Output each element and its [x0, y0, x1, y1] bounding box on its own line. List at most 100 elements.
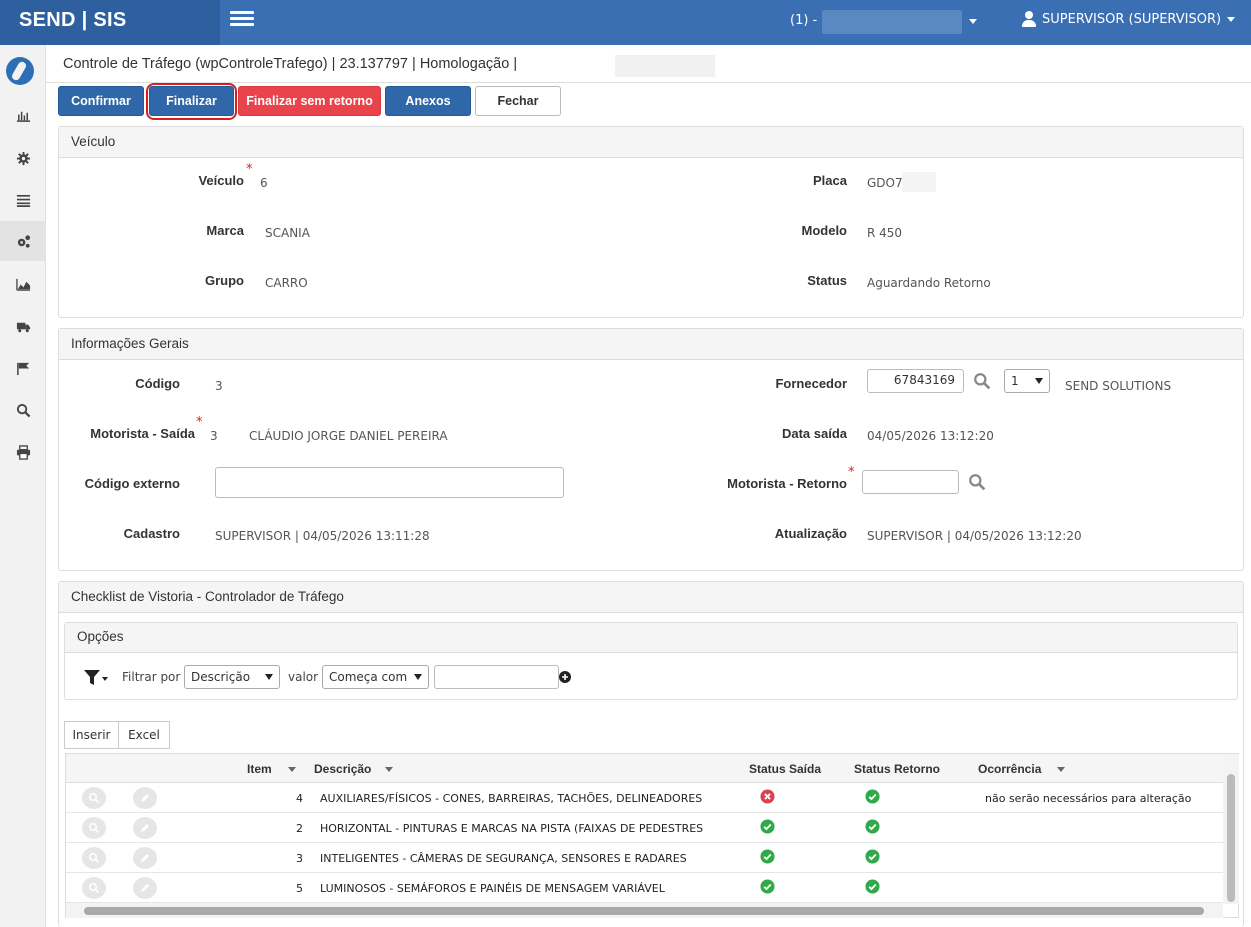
motorista-saida-label: Motorista - Saída [90, 426, 195, 441]
veiculo-heading: Veículo [59, 127, 1243, 158]
motorista-saida-code: 3 [210, 429, 218, 443]
checklist-heading: Checklist de Vistoria - Controlador de T… [59, 582, 1243, 613]
checklist-grid: Item Descrição Status Saída Status Retor… [65, 753, 1239, 918]
codigo-externo-input[interactable] [215, 467, 564, 498]
grupo-value: CARRO [265, 276, 308, 290]
confirmar-button[interactable]: Confirmar [58, 86, 144, 116]
excel-button[interactable]: Excel [118, 721, 170, 749]
filter-field-value: Descrição [191, 670, 251, 684]
row-descricao: LUMINOSOS - SEMÁFOROS E PAINÉIS DE MENSA… [320, 882, 665, 895]
table-row[interactable]: 3 INTELIGENTES - CÂMERAS DE SEGURANÇA, SE… [66, 843, 1223, 873]
column-item-label: Item [247, 762, 272, 776]
column-descricao[interactable]: Descrição [314, 762, 394, 776]
filter-value-input[interactable] [434, 665, 559, 689]
sort-icon[interactable] [1057, 767, 1066, 773]
valor-label: valor [288, 670, 319, 684]
opcoes-heading: Opções [65, 623, 1237, 653]
edit-row-button[interactable] [133, 787, 157, 809]
edit-row-button[interactable] [133, 877, 157, 899]
row-descricao: INTELIGENTES - CÂMERAS DE SEGURANÇA, SEN… [320, 852, 687, 865]
filter-operator-select[interactable]: Começa com [322, 665, 429, 689]
table-row[interactable]: 5 LUMINOSOS - SEMÁFOROS E PAINÉIS DE MENS… [66, 873, 1223, 903]
filtrar-por-label: Filtrar por [122, 670, 181, 684]
view-row-button[interactable] [82, 877, 106, 899]
filter-icon[interactable] [83, 669, 109, 687]
vertical-scrollbar[interactable] [1223, 754, 1239, 904]
column-ocorrencia[interactable]: Ocorrência [978, 762, 1066, 776]
app-logo-icon[interactable] [6, 57, 34, 85]
row-ocorrencia: não serão necessários para alteração [985, 792, 1192, 805]
sort-icon[interactable] [385, 767, 394, 773]
gears-icon[interactable] [0, 221, 46, 261]
codigo-externo-label: Código externo [84, 476, 180, 491]
finalizar-button[interactable]: Finalizar [149, 86, 234, 116]
search-icon [88, 852, 100, 864]
horizontal-scrollbar[interactable] [66, 903, 1223, 918]
filter-field-select[interactable]: Descrição [184, 665, 280, 689]
view-row-button[interactable] [82, 817, 106, 839]
status-label: Status [807, 273, 847, 288]
fornecedor-unit-select[interactable]: 1 [1004, 369, 1050, 393]
add-filter-icon[interactable] [559, 671, 571, 683]
brand-logo[interactable]: SEND | SIS [0, 0, 220, 45]
bar-chart-icon[interactable] [0, 95, 46, 135]
view-row-button[interactable] [82, 787, 106, 809]
column-status-retorno[interactable]: Status Retorno [854, 762, 940, 776]
edit-row-button[interactable] [133, 817, 157, 839]
table-row[interactable]: 4 AUXILIARES/FÍSICOS - CONES, BARREIRAS, … [66, 783, 1223, 813]
truck-icon[interactable] [0, 306, 46, 346]
data-saida-label: Data saída [781, 426, 847, 441]
chevron-down-icon[interactable] [969, 19, 977, 24]
user-name: SUPERVISOR (SUPERVISOR) [1042, 11, 1222, 27]
user-menu[interactable]: SUPERVISOR (SUPERVISOR) [1022, 11, 1236, 27]
veiculo-label: Veículo [198, 173, 244, 188]
informacoes-gerais-heading: Informações Gerais [59, 329, 1243, 360]
edit-row-button[interactable] [133, 847, 157, 869]
search-icon[interactable] [0, 390, 46, 430]
table-row[interactable]: 2 HORIZONTAL - PINTURAS E MARCAS NA PISTA… [66, 813, 1223, 843]
gear-icon[interactable] [0, 138, 46, 178]
column-status-saida[interactable]: Status Saída [749, 762, 821, 776]
list-icon[interactable] [0, 180, 46, 220]
marca-value: SCANIA [265, 226, 310, 240]
pencil-icon [141, 824, 149, 832]
cadastro-value: SUPERVISOR | 04/05/2026 13:11:28 [215, 529, 430, 543]
area-chart-icon[interactable] [0, 264, 46, 304]
fornecedor-search-icon[interactable] [973, 372, 991, 390]
fornecedor-name: SEND SOLUTIONS [1065, 379, 1172, 393]
column-ocorrencia-label: Ocorrência [978, 762, 1042, 776]
filter-operator-value: Começa com [329, 670, 408, 684]
sort-icon[interactable] [287, 767, 296, 773]
veiculo-panel: Veículo [58, 126, 1244, 318]
menu-toggle-icon[interactable] [230, 11, 254, 29]
row-descricao: HORIZONTAL - PINTURAS E MARCAS NA PISTA … [320, 822, 704, 835]
atualizacao-value: SUPERVISOR | 04/05/2026 13:12:20 [867, 529, 1082, 543]
column-item[interactable]: Item [247, 762, 296, 776]
horizontal-scroll-thumb[interactable] [84, 907, 1204, 915]
vertical-scroll-thumb[interactable] [1227, 774, 1235, 902]
required-marker: * [246, 162, 253, 177]
veiculo-value: 6 [260, 176, 268, 190]
motorista-retorno-input[interactable] [862, 470, 959, 494]
page-title: Controle de Tráfego (wpControleTrafego) … [63, 56, 518, 72]
view-row-button[interactable] [82, 847, 106, 869]
motorista-saida-name: CLÁUDIO JORGE DANIEL PEREIRA [249, 429, 448, 443]
session-selector[interactable]: (1) - [790, 13, 817, 28]
placa-value: GDO7 [867, 176, 903, 190]
inserir-button[interactable]: Inserir [64, 721, 119, 749]
placa-label: Placa [813, 173, 847, 188]
anexos-button[interactable]: Anexos [385, 86, 471, 116]
status-value: Aguardando Retorno [867, 276, 991, 290]
placa-redacted [902, 172, 936, 192]
fechar-button[interactable]: Fechar [475, 86, 561, 116]
side-rail [0, 45, 46, 927]
finalizar-sem-retorno-button[interactable]: Finalizar sem retorno [238, 86, 381, 116]
pencil-icon [141, 884, 149, 892]
chevron-down-icon [1227, 16, 1236, 22]
modelo-value: R 450 [867, 226, 903, 240]
print-icon[interactable] [0, 432, 46, 472]
fornecedor-code-input[interactable]: 67843169 [867, 369, 964, 393]
flag-icon[interactable] [0, 348, 46, 388]
grid-header: Item Descrição Status Saída Status Retor… [66, 754, 1223, 783]
motorista-retorno-search-icon[interactable] [968, 473, 986, 491]
